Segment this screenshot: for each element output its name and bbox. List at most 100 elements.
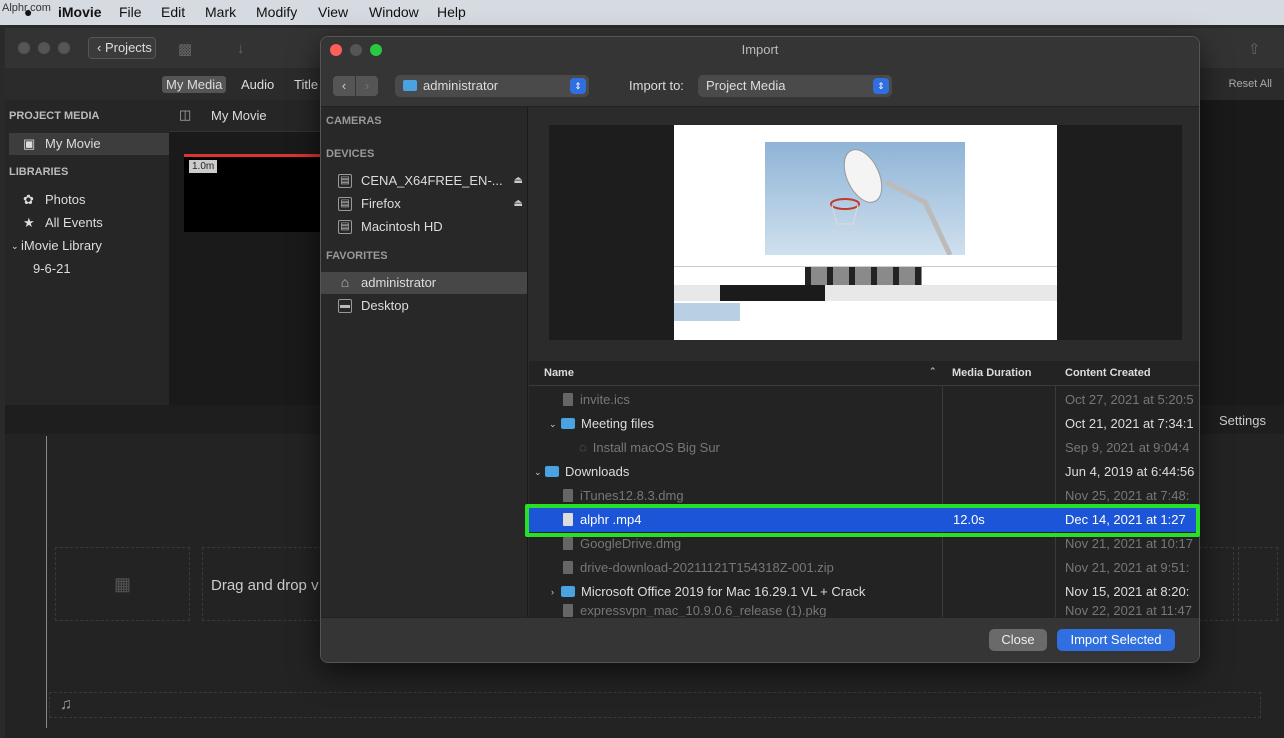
home-icon: ⌂ bbox=[340, 274, 350, 290]
sidebar-item-cena-disk[interactable]: ▤ CENA_X64FREE_EN-... ⏏ bbox=[321, 170, 527, 192]
file-icon bbox=[563, 393, 573, 406]
location-popup[interactable]: administrator ⇕ bbox=[395, 75, 589, 97]
dialog-footer: Close Import Selected bbox=[321, 617, 1199, 662]
table-header: Name ⌃ Media Duration Content Created bbox=[529, 361, 1199, 386]
audio-track[interactable] bbox=[49, 692, 1261, 718]
media-icon[interactable]: ▩ bbox=[178, 40, 192, 58]
row-created: Nov 21, 2021 at 9:51: bbox=[1065, 560, 1190, 575]
sidebar-item-label: My Movie bbox=[45, 136, 101, 151]
sidebar-item-administrator[interactable]: ⌂ administrator bbox=[321, 272, 527, 294]
menu-file[interactable]: File bbox=[119, 4, 142, 20]
table-row[interactable]: invite.ics Oct 27, 2021 at 5:20:5 bbox=[529, 388, 1199, 412]
window-zoom-button[interactable] bbox=[58, 42, 70, 54]
row-name: GoogleDrive.dmg bbox=[580, 536, 682, 551]
chevron-down-icon[interactable]: ⌄ bbox=[549, 412, 557, 436]
table-row[interactable]: ⌄ Downloads Jun 4, 2019 at 6:44:56 bbox=[529, 460, 1199, 484]
tab-my-media[interactable]: My Media bbox=[162, 76, 227, 93]
reset-all-button[interactable]: Reset All bbox=[1229, 78, 1272, 90]
cameras-heading: CAMERAS bbox=[326, 115, 382, 127]
settings-button[interactable]: Settings bbox=[1219, 413, 1266, 428]
menu-bar: Alphr.com ● iMovie File Edit Mark Modify… bbox=[0, 0, 1284, 25]
sidebar-item-label: Macintosh HD bbox=[361, 219, 443, 234]
project-media-heading: PROJECT MEDIA bbox=[9, 110, 100, 122]
chevron-right-icon[interactable]: › bbox=[551, 580, 554, 604]
projects-label: Projects bbox=[104, 40, 152, 55]
folder-icon bbox=[403, 80, 417, 91]
column-header-name[interactable]: Name bbox=[544, 367, 574, 379]
import-selected-button[interactable]: Import Selected bbox=[1057, 629, 1175, 651]
table-row[interactable]: expressvpn_mac_10.9.0.6_release (1).pkg … bbox=[529, 604, 1199, 617]
close-button[interactable]: Close bbox=[989, 629, 1047, 651]
sidebar-item-label: Photos bbox=[45, 192, 86, 207]
devices-heading: DEVICES bbox=[326, 148, 375, 160]
table-row[interactable]: ⌄ Meeting files Oct 21, 2021 at 7:34:1 bbox=[529, 412, 1199, 436]
playhead[interactable] bbox=[46, 436, 47, 728]
share-icon[interactable]: ⇧ bbox=[1248, 40, 1261, 58]
dialog-zoom-button[interactable] bbox=[370, 44, 382, 56]
row-name: iTunes12.8.3.dmg bbox=[580, 488, 684, 503]
row-name: invite.ics bbox=[580, 392, 630, 407]
sidebar-item-label: Desktop bbox=[361, 298, 409, 313]
dialog-close-button[interactable] bbox=[330, 44, 342, 56]
sidebar-item-label: 9-6-21 bbox=[33, 261, 71, 276]
star-icon: ★ bbox=[23, 215, 35, 230]
menu-edit[interactable]: Edit bbox=[161, 4, 185, 20]
column-header-created[interactable]: Content Created bbox=[1065, 367, 1151, 379]
sidebar-item-my-movie[interactable]: ▣ My Movie bbox=[9, 133, 169, 155]
sidebar-item-desktop[interactable]: ▬ Desktop bbox=[321, 295, 527, 317]
import-arrow-icon[interactable]: ↓ bbox=[237, 40, 245, 57]
timeline-drop-slot[interactable] bbox=[1238, 547, 1278, 621]
forward-button[interactable]: › bbox=[356, 76, 378, 96]
desktop-icon: ▬ bbox=[338, 299, 352, 313]
tab-titles[interactable]: Title bbox=[294, 77, 318, 92]
table-row[interactable]: ◌ Install macOS Big Sur Sep 9, 2021 at 9:… bbox=[529, 436, 1199, 460]
table-row[interactable]: drive-download-20211121T154318Z-001.zip … bbox=[529, 556, 1199, 580]
back-button[interactable]: ‹ bbox=[333, 76, 355, 96]
sidebar-item-imovie-library[interactable]: ⌄ iMovie Library bbox=[9, 235, 169, 257]
tab-audio[interactable]: Audio bbox=[241, 77, 274, 92]
hard-drive-icon: ▤ bbox=[338, 220, 352, 234]
eject-icon[interactable]: ⏏ bbox=[514, 170, 523, 192]
apple-menu-icon[interactable]: ● bbox=[24, 4, 32, 20]
menu-view[interactable]: View bbox=[318, 4, 348, 20]
favorites-heading: FAVORITES bbox=[326, 250, 388, 262]
folder-icon bbox=[561, 418, 575, 429]
row-created: Nov 15, 2021 at 8:20: bbox=[1065, 584, 1190, 599]
row-created: Nov 22, 2021 at 11:47 bbox=[1065, 604, 1192, 617]
window-close-button[interactable] bbox=[18, 42, 30, 54]
menu-window[interactable]: Window bbox=[369, 4, 419, 20]
video-preview[interactable] bbox=[674, 125, 1057, 340]
sidebar-item-firefox[interactable]: ▤ Firefox ⏏ bbox=[321, 193, 527, 215]
row-name: expressvpn_mac_10.9.0.6_release (1).pkg bbox=[580, 604, 827, 617]
timeline-drop-slot[interactable] bbox=[1199, 547, 1234, 621]
menu-mark[interactable]: Mark bbox=[205, 4, 236, 20]
sidebar-item-macintosh-hd[interactable]: ▤ Macintosh HD bbox=[321, 216, 527, 238]
filmstrip bbox=[720, 285, 825, 301]
eject-icon[interactable]: ⏏ bbox=[514, 193, 523, 215]
hoop-drawing bbox=[830, 149, 953, 257]
row-name: Install macOS Big Sur bbox=[592, 440, 720, 455]
table-row[interactable]: › Microsoft Office 2019 for Mac 16.29.1 … bbox=[529, 580, 1199, 604]
libraries-heading: LIBRARIES bbox=[9, 166, 69, 178]
column-header-duration[interactable]: Media Duration bbox=[952, 367, 1031, 379]
music-note-icon: ♫ bbox=[60, 696, 72, 713]
chevron-down-icon[interactable]: ⌄ bbox=[534, 460, 542, 484]
menu-modify[interactable]: Modify bbox=[256, 4, 297, 20]
archive-icon bbox=[563, 561, 573, 574]
menu-help[interactable]: Help bbox=[437, 4, 466, 20]
selection-highlight-box bbox=[525, 504, 1200, 537]
window-minimize-button[interactable] bbox=[38, 42, 50, 54]
sidebar-item-photos[interactable]: ✿ Photos bbox=[9, 189, 169, 211]
sidebar-toggle-icon[interactable]: ◫ bbox=[179, 107, 191, 123]
sidebar-item-all-events[interactable]: ★ All Events bbox=[9, 212, 169, 234]
menu-app-name[interactable]: iMovie bbox=[58, 4, 102, 20]
row-created: Sep 9, 2021 at 9:04:4 bbox=[1065, 440, 1190, 455]
timeline-drop-slot[interactable]: ▦ bbox=[55, 547, 190, 621]
filmstrip-thumb bbox=[674, 303, 740, 321]
projects-button[interactable]: ‹ Projects bbox=[88, 37, 156, 59]
disk-icon: ▤ bbox=[338, 197, 352, 211]
row-created: Jun 4, 2019 at 6:44:56 bbox=[1065, 464, 1195, 479]
import-to-popup[interactable]: Project Media ⇕ bbox=[698, 75, 892, 97]
installer-icon: ◌ bbox=[579, 440, 587, 455]
sidebar-item-event[interactable]: 9-6-21 bbox=[9, 258, 169, 280]
